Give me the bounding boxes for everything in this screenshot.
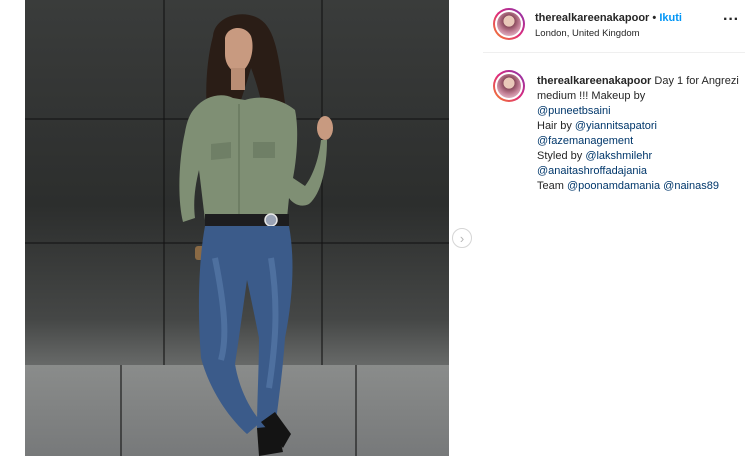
wall-seam [355, 365, 357, 456]
more-options-icon[interactable]: ··· [723, 11, 739, 29]
mention-link[interactable]: @anaitashroffadajania [537, 165, 647, 177]
post-username-link[interactable]: therealkareenakapoor [535, 12, 649, 24]
location-link[interactable]: London, United Kingdom [535, 28, 640, 39]
mention-link[interactable]: @fazemanagement [537, 135, 633, 147]
mention-link[interactable]: @lakshmilehr [585, 150, 652, 162]
mention-link[interactable]: @puneetbsaini [537, 105, 611, 117]
caption-text: Hair by [537, 120, 575, 132]
next-arrow-icon[interactable]: › [452, 228, 472, 248]
post-photo[interactable] [25, 0, 449, 456]
mention-link[interactable]: @nainas89 [663, 180, 719, 192]
caption-text: Team [537, 180, 567, 192]
wall-seam [163, 0, 165, 365]
caption-username-link[interactable]: therealkareenakapoor [537, 75, 651, 87]
mention-link[interactable]: @poonamdamania [567, 180, 660, 192]
mention-link[interactable]: @yiannitsapatori [575, 120, 657, 132]
caption-avatar[interactable] [493, 70, 525, 102]
post-sidebar: therealkareenakapoor • Ikuti London, Uni… [483, 0, 745, 205]
post-username-row: therealkareenakapoor • Ikuti [535, 12, 682, 24]
post-header: therealkareenakapoor • Ikuti London, Uni… [483, 0, 745, 53]
post-caption: therealkareenakapoor Day 1 for Angrezi m… [537, 74, 742, 194]
caption-text: Styled by [537, 150, 586, 162]
woman-figure [179, 14, 333, 456]
follow-button[interactable]: Ikuti [659, 12, 682, 24]
separator-dot: • [652, 12, 657, 24]
avatar[interactable] [493, 8, 525, 40]
wall-seam [120, 365, 122, 456]
